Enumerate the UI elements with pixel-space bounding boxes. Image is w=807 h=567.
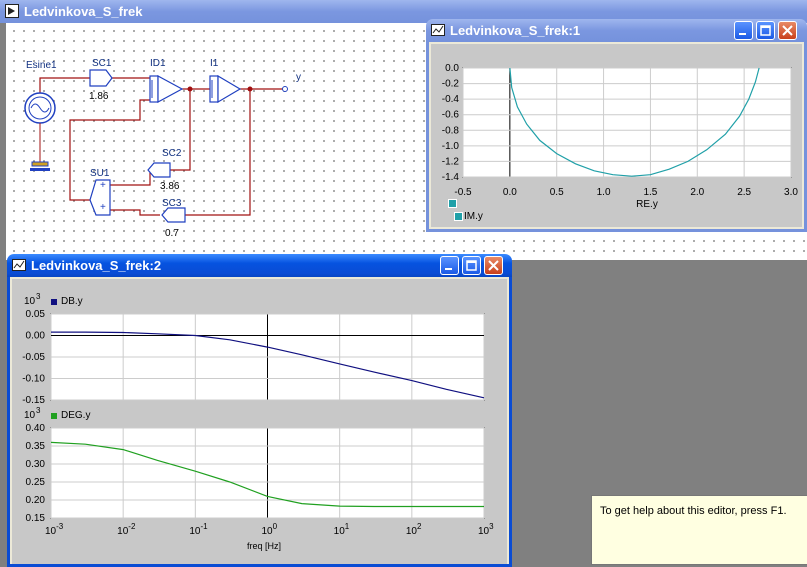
plot-1-y-tick-label: -0.4 <box>442 94 460 105</box>
deg-legend-label: DEG.y <box>61 410 91 421</box>
plot-1-y-tick-label: 0.0 <box>445 63 459 74</box>
bottom-exponent: 3 <box>36 406 41 415</box>
freq-tick-label: 10-3 <box>45 522 64 537</box>
db-plot-y-tick-label: -0.05 <box>22 352 45 363</box>
output-label: y <box>296 72 301 83</box>
plot-1-x-tick-label: 1.0 <box>597 187 611 198</box>
deg-plot-y-tick-label: 0.25 <box>26 477 46 488</box>
plot-1-x-tick-label: 1.5 <box>643 187 657 198</box>
plot-1-x-tick-label: -0.5 <box>454 187 472 198</box>
sc2-value: 3.86 <box>160 181 180 192</box>
freq-tick-label: 100 <box>262 522 278 537</box>
deg-plot-y-tick-label: 0.35 <box>26 441 46 452</box>
sc1-label: SC1 <box>92 58 112 69</box>
plot-1-y-tick-label: -1.2 <box>442 156 460 167</box>
su1-plus-1: + <box>100 180 106 191</box>
top-exponent-base: 10 <box>24 296 36 307</box>
plot-window-2[interactable]: Ledvinkova_S_frek:2 0.05 0.00 -0.05 -0.10 -0… <box>7 254 512 567</box>
plot-1-y-tick-label: -0.6 <box>442 110 460 121</box>
plot-1-x-tick-label: 2.0 <box>690 187 704 198</box>
db-plot-y-tick-label: -0.15 <box>22 395 45 406</box>
freq-tick-label: 103 <box>478 522 494 537</box>
plot-1-x-tick-label: 3.0 <box>784 187 798 198</box>
top-exponent: 3 <box>36 292 41 301</box>
deg-legend-marker <box>51 413 57 419</box>
plot-1-legend-marker <box>448 199 457 208</box>
db-plot-y-tick-label: 0.00 <box>26 331 46 342</box>
sc3-value: 0.7 <box>165 228 179 239</box>
plot-1-x-tick-label: 0.0 <box>503 187 517 198</box>
sc1-block <box>89 69 113 87</box>
deg-plot-y-tick-label: 0.40 <box>26 423 46 434</box>
sc3-label: SC3 <box>162 198 182 209</box>
i1-block <box>209 74 242 104</box>
sc2-label: SC2 <box>162 148 182 159</box>
sc3-block <box>161 207 186 223</box>
id1-block <box>149 74 184 104</box>
esine-source[interactable] <box>24 92 56 171</box>
bode-chart[interactable]: 0.05 0.00 -0.05 -0.10 -0.15 0.40 0.35 0.30 0.25 0… <box>7 254 512 557</box>
deg-plot-y-tick-label: 0.15 <box>26 513 46 524</box>
deg-plot-y-tick-label: 0.30 <box>26 459 46 470</box>
plot-1-frame <box>462 67 792 178</box>
plot-1-legend-label: IM.y <box>464 211 483 222</box>
db-plot-y-tick-label: -0.10 <box>22 374 45 385</box>
help-hint-panel: To get help about this editor, press F1. <box>591 495 807 565</box>
su1-label: SU1 <box>90 168 110 179</box>
plot-1-y-tick-label: -0.8 <box>442 125 460 136</box>
plot-1-y-tick-label: -1.4 <box>442 172 460 183</box>
esine-label: Esine1 <box>26 60 57 71</box>
freq-tick-label: 102 <box>406 522 422 537</box>
freq-tick-label: 101 <box>334 522 350 537</box>
sc1-value: 1.86 <box>89 91 109 102</box>
db-legend-label: DB.y <box>61 296 83 307</box>
plot-1-legend-marker-2 <box>454 212 463 221</box>
plot-1-x-axis-label: RE.y <box>636 199 658 210</box>
freq-tick-label: 10-1 <box>189 522 208 537</box>
bottom-exponent-base: 10 <box>24 410 36 421</box>
db-legend-marker <box>51 299 57 305</box>
db-plot-y-tick-label: 0.05 <box>26 309 46 320</box>
i1-label: I1 <box>210 58 219 69</box>
plot-1-y-tick-label: -0.2 <box>442 79 460 90</box>
wire-esine-sc1 <box>39 77 90 96</box>
help-hint-text: To get help about this editor, press F1. <box>600 505 787 517</box>
nyquist-chart[interactable]: -0.5 0.0 0.5 1.0 1.5 2.0 2.5 3.0 0.0 -0.2 -0.4 -0.6… <box>426 19 807 232</box>
block-diagram <box>24 69 288 223</box>
deg-plot-y-tick-label: 0.20 <box>26 495 46 506</box>
su1-plus-2: + <box>100 202 106 213</box>
plot-window-1[interactable]: Ledvinkova_S_frek:1 -0.5 0.0 0.5 1.0 1.5 2.0 2… <box>426 19 807 232</box>
freq-tick-label: 10-2 <box>117 522 136 537</box>
freq-axis-label: freq [Hz] <box>247 541 282 551</box>
sc2-block <box>147 162 171 178</box>
plot-1-x-tick-label: 2.5 <box>737 187 751 198</box>
plot-1-y-tick-label: -1.0 <box>442 141 460 152</box>
plot-1-x-tick-label: 0.5 <box>550 187 564 198</box>
id1-label: ID1 <box>150 58 166 69</box>
